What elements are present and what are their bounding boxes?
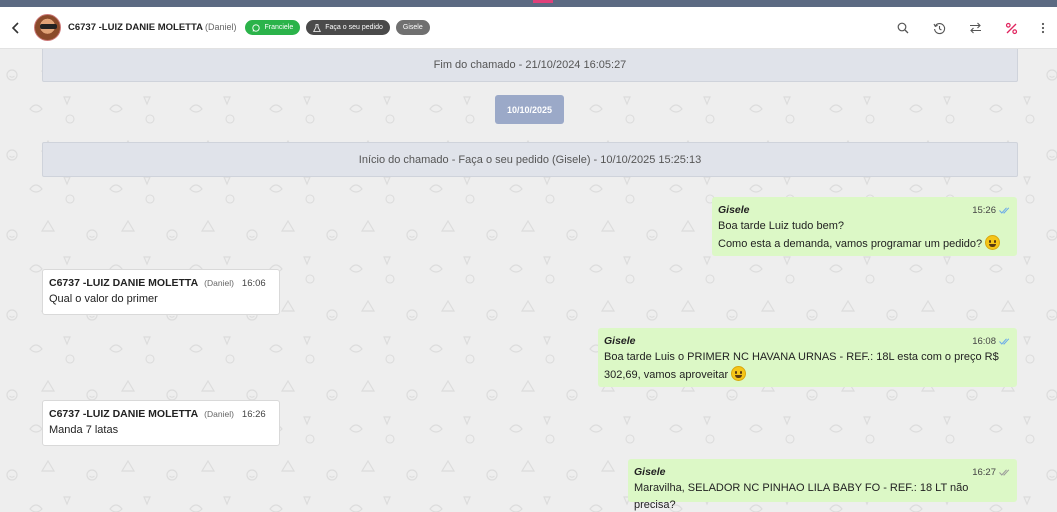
chevron-left-icon: [11, 21, 19, 34]
tag-user[interactable]: Gisele: [395, 20, 430, 35]
message-text-line-2-text: 302,69, vamos aproveitar: [604, 369, 729, 381]
header-actions: [885, 7, 1057, 49]
message-time: 16:06: [241, 277, 266, 289]
message-sender: Gisele: [604, 334, 636, 347]
whatsapp-icon: [252, 23, 261, 32]
transfer-button[interactable]: [957, 13, 993, 43]
chat-area[interactable]: Fim do chamado - 21/10/2024 16:05:27 10/…: [0, 49, 1057, 512]
message-sender: Gisele: [634, 465, 666, 478]
message-text-line: Manda 7 latas: [49, 424, 119, 436]
ticket-start-event: Início do chamado - Faça o seu pedido (G…: [42, 142, 1018, 177]
tag-user-label: Gisele: [402, 24, 423, 31]
message-sender: C6737 -LUIZ DANIE MOLETTA: [49, 407, 199, 420]
message-bubble-outgoing[interactable]: Gisele 16:08 Boa tarde Luis o PRIMER NC …: [598, 328, 1017, 387]
message-time: 16:08: [972, 333, 1011, 350]
avatar-glasses: [40, 24, 57, 29]
message-sender: Gisele: [718, 203, 750, 216]
message-text-line-2: 302,69, vamos aproveitar: [604, 366, 1011, 384]
ticket-start-text: Início do chamado - Faça o seu pedido (G…: [358, 153, 702, 166]
tag-queue-label: Faça o seu pedido: [325, 24, 383, 31]
more-options-button[interactable]: [1029, 13, 1057, 43]
message-sender: C6737 -LUIZ DANIE MOLETTA: [49, 276, 199, 289]
history-icon: [933, 22, 945, 34]
message-time: 16:26: [241, 408, 266, 420]
message-bubble-outgoing[interactable]: Gisele 16:27 Maravilha, SELADOR NC PINHA…: [628, 459, 1017, 511]
message-bubble-incoming[interactable]: C6737 -LUIZ DANIE MOLETTA (Daniel) 16:06…: [42, 269, 280, 315]
flask-icon: [313, 23, 322, 32]
top-accent: [533, 0, 553, 3]
chat-header: C6737 -LUIZ DANIE MOLETTA (Daniel) Franci…: [0, 7, 1057, 49]
contact-name-sub: (Daniel): [204, 22, 237, 32]
message-sender-sub: (Daniel): [204, 408, 234, 419]
search-icon: [897, 22, 909, 34]
search-button[interactable]: [885, 13, 921, 43]
double-check-delivered-icon: [999, 468, 1010, 476]
contact-name[interactable]: C6737 -LUIZ DANIE MOLETTA (Daniel): [68, 22, 236, 33]
message-time: 16:27: [972, 464, 1011, 481]
message-bubble-incoming[interactable]: C6737 -LUIZ DANIE MOLETTA (Daniel) 16:26…: [42, 400, 280, 446]
message-text-line-2-text: Como esta a demanda, vamos programar um …: [718, 238, 983, 250]
date-separator: 10/10/2025: [495, 95, 564, 124]
message-text-line: Qual o valor do primer: [49, 293, 158, 305]
message-time: 15:26: [972, 202, 1011, 219]
message-time-text: 16:08: [972, 335, 996, 347]
double-check-read-icon: [999, 337, 1010, 345]
tag-connection[interactable]: Franciele: [245, 20, 301, 35]
ticket-end-event: Fim do chamado - 21/10/2024 16:05:27: [42, 49, 1018, 82]
back-button[interactable]: [3, 15, 29, 41]
date-separator-text: 10/10/2025: [506, 104, 553, 115]
message-text-line: Maravilha, SELADOR NC PINHAO LILA BABY F…: [634, 482, 969, 511]
avatar[interactable]: [34, 14, 61, 41]
message-time-text: 15:26: [972, 204, 996, 216]
message-bubble-outgoing[interactable]: Gisele 15:26 Boa tarde Luiz tudo bem? Co…: [712, 197, 1017, 256]
message-text-line: Boa tarde Luiz tudo bem?: [718, 220, 844, 232]
history-button[interactable]: [921, 13, 957, 43]
discount-button[interactable]: [993, 13, 1029, 43]
grinning-face-emoji: [985, 235, 1001, 250]
tag-queue[interactable]: Faça o seu pedido: [306, 20, 390, 35]
message-text-line-2: Como esta a demanda, vamos programar um …: [718, 235, 1011, 253]
grinning-face-emoji: [731, 366, 747, 381]
more-vertical-icon: [1041, 22, 1045, 34]
ticket-end-text: Fim do chamado - 21/10/2024 16:05:27: [433, 58, 627, 71]
double-check-read-icon: [999, 206, 1010, 214]
message-sender-sub: (Daniel): [204, 277, 234, 288]
message-text-line: Boa tarde Luis o PRIMER NC HAVANA URNAS …: [604, 351, 999, 363]
contact-name-text: C6737 -LUIZ DANIE MOLETTA: [68, 22, 203, 33]
transfer-icon: [969, 22, 981, 34]
window-top-strip: [0, 0, 1057, 7]
percent-icon: [1005, 22, 1017, 34]
tag-connection-label: Franciele: [264, 24, 294, 31]
message-time-text: 16:27: [972, 466, 996, 478]
